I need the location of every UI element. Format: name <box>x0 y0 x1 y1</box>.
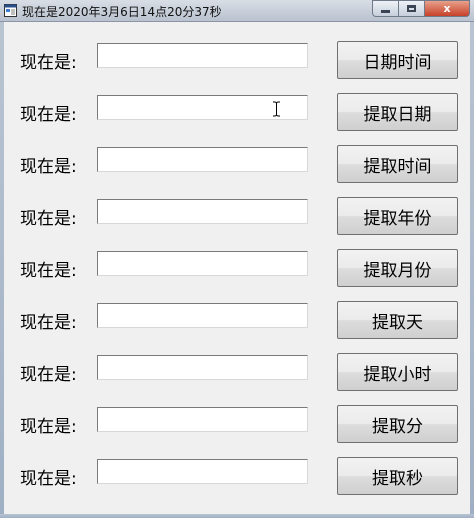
row-label: 现在是: <box>20 209 77 229</box>
datetime-field[interactable] <box>97 43 308 68</box>
title-bar[interactable]: 现在是2020年3月6日14点20分37秒 x <box>0 0 474 22</box>
window-frame-right <box>470 22 474 518</box>
row-label: 现在是: <box>20 261 77 281</box>
row-date: 现在是: 提取日期 <box>4 93 470 131</box>
extract-day-button[interactable]: 提取天 <box>337 301 458 339</box>
maximize-button[interactable] <box>399 0 425 17</box>
second-field[interactable] <box>97 459 308 484</box>
window-title: 现在是2020年3月6日14点20分37秒 <box>22 5 222 19</box>
row-day: 现在是: 提取天 <box>4 301 470 339</box>
row-label: 现在是: <box>20 365 77 385</box>
extract-date-button[interactable]: 提取日期 <box>337 93 458 131</box>
row-year: 现在是: 提取年份 <box>4 197 470 235</box>
minimize-button[interactable] <box>372 0 399 17</box>
extract-time-button[interactable]: 提取时间 <box>337 145 458 183</box>
close-icon: x <box>443 2 451 15</box>
window-controls: x <box>372 0 470 18</box>
close-button[interactable]: x <box>425 0 470 17</box>
maximize-icon <box>407 5 416 12</box>
day-field[interactable] <box>97 303 308 328</box>
row-month: 现在是: 提取月份 <box>4 249 470 287</box>
extract-minute-button[interactable]: 提取分 <box>337 405 458 443</box>
row-label: 现在是: <box>20 417 77 437</box>
form-client-area: 现在是: 日期时间 现在是: 提取日期 现在是: 提取时间 现在是: 提取年份 … <box>4 22 470 514</box>
row-datetime: 现在是: 日期时间 <box>4 41 470 79</box>
row-label: 现在是: <box>20 469 77 489</box>
row-label: 现在是: <box>20 53 77 73</box>
minimize-icon <box>381 10 390 13</box>
extract-second-button[interactable]: 提取秒 <box>337 457 458 495</box>
time-field[interactable] <box>97 147 308 172</box>
extract-month-button[interactable]: 提取月份 <box>337 249 458 287</box>
minute-field[interactable] <box>97 407 308 432</box>
window-frame-bottom <box>0 514 474 518</box>
row-time: 现在是: 提取时间 <box>4 145 470 183</box>
extract-hour-button[interactable]: 提取小时 <box>337 353 458 391</box>
row-hour: 现在是: 提取小时 <box>4 353 470 391</box>
ibeam-cursor-icon <box>273 101 280 117</box>
row-second: 现在是: 提取秒 <box>4 457 470 495</box>
row-label: 现在是: <box>20 157 77 177</box>
datetime-button[interactable]: 日期时间 <box>337 41 458 79</box>
month-field[interactable] <box>97 251 308 276</box>
hour-field[interactable] <box>97 355 308 380</box>
app-icon <box>4 4 17 17</box>
row-label: 现在是: <box>20 105 77 125</box>
app-window: 现在是2020年3月6日14点20分37秒 x 现在是: 日期时间 现在是: 提… <box>0 0 474 518</box>
extract-year-button[interactable]: 提取年份 <box>337 197 458 235</box>
year-field[interactable] <box>97 199 308 224</box>
row-label: 现在是: <box>20 313 77 333</box>
row-minute: 现在是: 提取分 <box>4 405 470 443</box>
